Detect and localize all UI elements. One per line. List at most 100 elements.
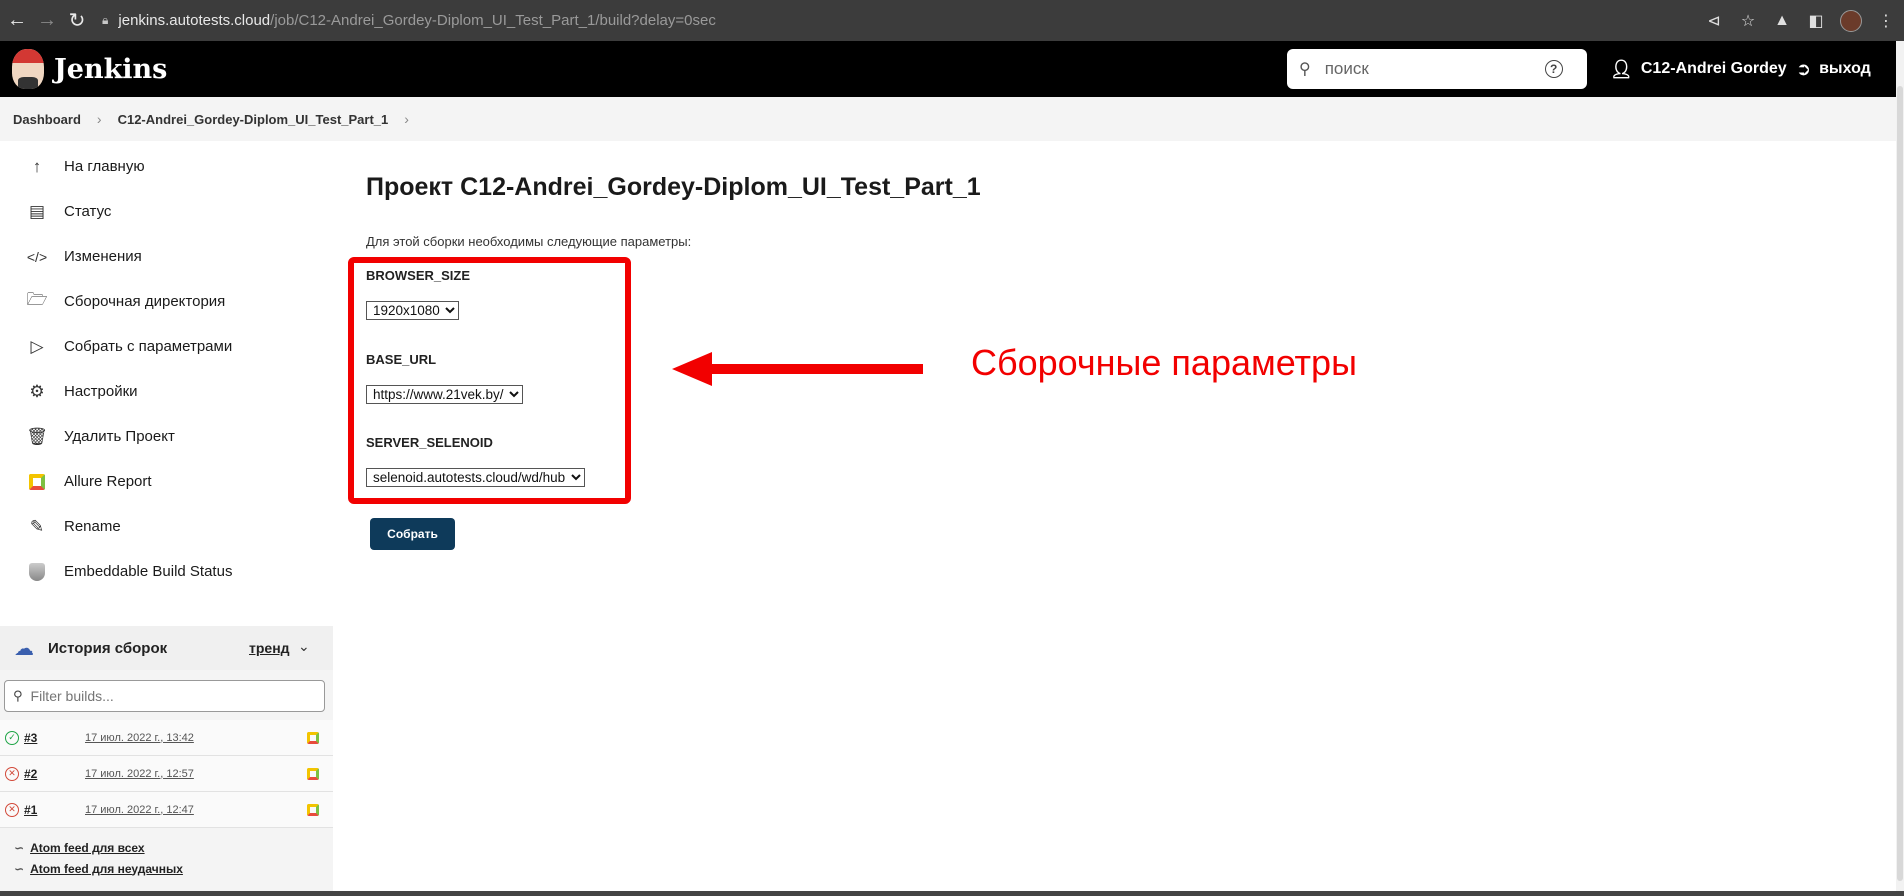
chevron-right-icon: › — [96, 111, 102, 127]
build-date[interactable]: 17 июл. 2022 г., 13:42 — [85, 732, 194, 744]
page-title: Проект C12-Andrei_Gordey-Diplom_UI_Test_… — [366, 173, 981, 201]
arrow-up-icon: ↑ — [32, 156, 42, 176]
jenkins-butler-icon — [12, 49, 44, 89]
lock-icon: 🔒︎ — [102, 13, 109, 27]
sidebar-item-rename[interactable]: ✎ Rename — [0, 504, 333, 549]
build-history-title: История сборок — [48, 639, 168, 657]
search-icon: ⚲ — [13, 688, 23, 703]
build-row: ✕ #2 17 июл. 2022 г., 12:57 — [0, 756, 333, 792]
sidebar-item-label: На главную — [64, 158, 145, 175]
code-icon: </> — [26, 248, 48, 265]
sidebar-item-label: Embeddable Build Status — [64, 563, 233, 580]
build-number[interactable]: #3 — [24, 731, 37, 745]
annotation-highlight-box — [348, 257, 631, 504]
sidebar-item-allure[interactable]: Allure Report — [0, 459, 333, 504]
logout-link[interactable]: ➲ выход — [1796, 41, 1871, 97]
search-icon: ⚲ — [1299, 61, 1311, 78]
sidebar-item-label: Rename — [64, 518, 121, 535]
folder-icon: 🗁︎ — [26, 290, 48, 309]
annotation-arrow — [672, 352, 923, 386]
share-icon[interactable]: ⊲ — [1704, 11, 1724, 31]
sidebar-item-workspace[interactable]: 🗁︎ Сборочная директория — [0, 279, 333, 324]
page-scrollbar[interactable] — [1896, 41, 1904, 896]
user-link[interactable]: 👤︎ C12-Andrei Gordey — [1610, 41, 1787, 97]
back-icon[interactable]: ← — [2, 6, 32, 36]
rss-icon: ∽ — [14, 861, 25, 876]
build-date[interactable]: 17 июл. 2022 г., 12:47 — [85, 804, 194, 816]
sidebar-item-build-with-params[interactable]: ▷ Собрать с параметрами — [0, 324, 333, 369]
forward-icon[interactable]: → — [32, 6, 62, 36]
allure-icon — [29, 473, 45, 490]
sidebar-item-label: Собрать с параметрами — [64, 338, 233, 355]
shield-icon — [29, 562, 45, 581]
sidebar-item-delete[interactable]: 🗑︎ Удалить Проект — [0, 414, 333, 459]
build-number[interactable]: #1 — [24, 803, 37, 817]
browser-toolbar: ← → ↻ 🔒︎ jenkins.autotests.cloud/job/C12… — [0, 0, 1904, 41]
url-path: /job/C12-Andrei_Gordey-Diplom_UI_Test_Pa… — [270, 12, 716, 29]
jenkins-title: Jenkins — [54, 53, 168, 85]
play-icon: ▷ — [30, 336, 44, 356]
chevron-right-icon[interactable]: › — [404, 111, 409, 127]
sidebar-item-label: Статус — [64, 203, 112, 220]
chevron-down-icon[interactable]: ⌄ — [298, 638, 310, 655]
menu-icon[interactable]: ⋮ — [1876, 11, 1896, 31]
feed-label: Atom feed для неудачных — [30, 861, 183, 876]
reload-icon[interactable]: ↻ — [62, 6, 92, 36]
build-row: ✓ #3 17 июл. 2022 г., 13:42 — [0, 720, 333, 756]
pencil-icon: ✎ — [29, 516, 45, 536]
trend-link[interactable]: тренд — [249, 640, 290, 656]
sidebar-item-label: Удалить Проект — [64, 428, 175, 445]
allure-icon[interactable] — [307, 767, 319, 780]
feed-label: Atom feed для всех — [30, 840, 145, 855]
logout-icon: ➲ — [1796, 58, 1812, 79]
profile-avatar[interactable] — [1840, 9, 1862, 32]
sidebar-item-label: Изменения — [64, 248, 142, 265]
failure-icon: ✕ — [5, 766, 19, 781]
atom-feeds: ∽ Atom feed для всех ∽ Atom feed для неу… — [14, 837, 183, 879]
build-number[interactable]: #2 — [24, 767, 37, 781]
rss-icon: ∽ — [14, 840, 25, 855]
filter-builds-input[interactable] — [30, 688, 311, 704]
sidebar-item-status[interactable]: ▤ Статус — [0, 189, 333, 234]
user-name: C12-Andrei Gordey — [1640, 60, 1787, 77]
breadcrumb-dashboard[interactable]: Dashboard — [13, 112, 81, 127]
sidebar-item-home[interactable]: ↑ На главную — [0, 144, 333, 189]
star-icon[interactable]: ☆ — [1738, 11, 1758, 31]
sidebar-item-changes[interactable]: </> Изменения — [0, 234, 333, 279]
sidebar-item-label: Allure Report — [64, 473, 152, 490]
allure-icon[interactable] — [307, 803, 319, 816]
search-box: ⚲ ? — [1287, 49, 1587, 89]
build-date[interactable]: 17 июл. 2022 г., 12:57 — [85, 768, 194, 780]
sidebar-item-label: Настройки — [64, 383, 138, 400]
sidebar-item-settings[interactable]: ⚙ Настройки — [0, 369, 333, 414]
logout-label: выход — [1819, 60, 1871, 77]
sidepanel-icon[interactable]: ◧ — [1806, 11, 1826, 31]
allure-icon[interactable] — [307, 731, 319, 744]
user-icon: 👤︎ — [1610, 58, 1633, 79]
jenkins-logo[interactable]: Jenkins — [12, 49, 167, 89]
build-history: ☁ История сборок тренд ⌄ ⚲ ✓ #3 17 июл. … — [0, 626, 333, 891]
feed-failed-link[interactable]: ∽ Atom feed для неудачных — [14, 858, 183, 879]
annotation-text: Сборочные параметры — [971, 342, 1357, 383]
url-host: jenkins.autotests.cloud — [118, 12, 271, 29]
sidebar-item-label: Сборочная директория — [64, 293, 226, 310]
build-list: ✓ #3 17 июл. 2022 г., 13:42 ✕ #2 17 июл.… — [0, 720, 333, 828]
build-row: ✕ #1 17 июл. 2022 г., 12:47 — [0, 792, 333, 828]
address-bar[interactable]: 🔒︎ jenkins.autotests.cloud/job/C12-Andre… — [102, 12, 716, 29]
params-intro: Для этой сборки необходимы следующие пар… — [366, 234, 692, 249]
bottom-edge — [0, 891, 1904, 896]
sidebar: ↑ На главную ▤ Статус </> Изменения 🗁︎ С… — [0, 141, 333, 594]
trash-icon: 🗑︎ — [26, 426, 48, 446]
filter-builds-box: ⚲ — [4, 680, 325, 712]
help-icon[interactable]: ? — [1544, 60, 1563, 78]
success-icon: ✓ — [5, 730, 19, 745]
extensions-icon[interactable]: ▲ — [1772, 12, 1792, 30]
scrollbar-thumb[interactable] — [1897, 86, 1903, 881]
breadcrumb-job[interactable]: C12-Andrei_Gordey-Diplom_UI_Test_Part_1 — [118, 112, 389, 127]
sidebar-item-embeddable-status[interactable]: Embeddable Build Status — [0, 549, 333, 594]
feed-all-link[interactable]: ∽ Atom feed для всех — [14, 837, 183, 858]
build-button[interactable]: Собрать — [370, 518, 455, 550]
jenkins-header: Jenkins ⚲ ? 👤︎ C12-Andrei Gordey ➲ выход — [0, 41, 1904, 97]
document-icon: ▤ — [28, 201, 46, 221]
search-input[interactable] — [1324, 59, 1545, 79]
